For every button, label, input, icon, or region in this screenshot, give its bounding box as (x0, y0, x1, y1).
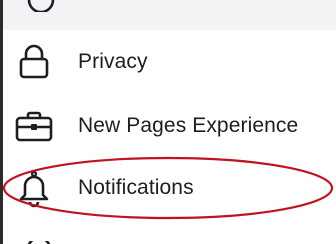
briefcase-icon (14, 106, 54, 146)
sidebar-item-label: Notifications (78, 176, 194, 199)
bell-icon (14, 168, 54, 208)
partial-icon (21, 0, 61, 12)
sidebar-item-label: Privacy (78, 50, 148, 73)
previous-menu-item-partial[interactable] (3, 0, 336, 30)
lock-icon (14, 42, 54, 82)
sidebar-item-label: New Pages Experience (78, 114, 299, 137)
sidebar-item-notifications[interactable]: Notifications (3, 160, 336, 216)
sidebar-item-new-pages-experience[interactable]: New Pages Experience (3, 98, 336, 154)
sidebar-item-privacy[interactable]: Privacy (3, 34, 336, 90)
next-menu-item-partial-icon (26, 236, 52, 244)
